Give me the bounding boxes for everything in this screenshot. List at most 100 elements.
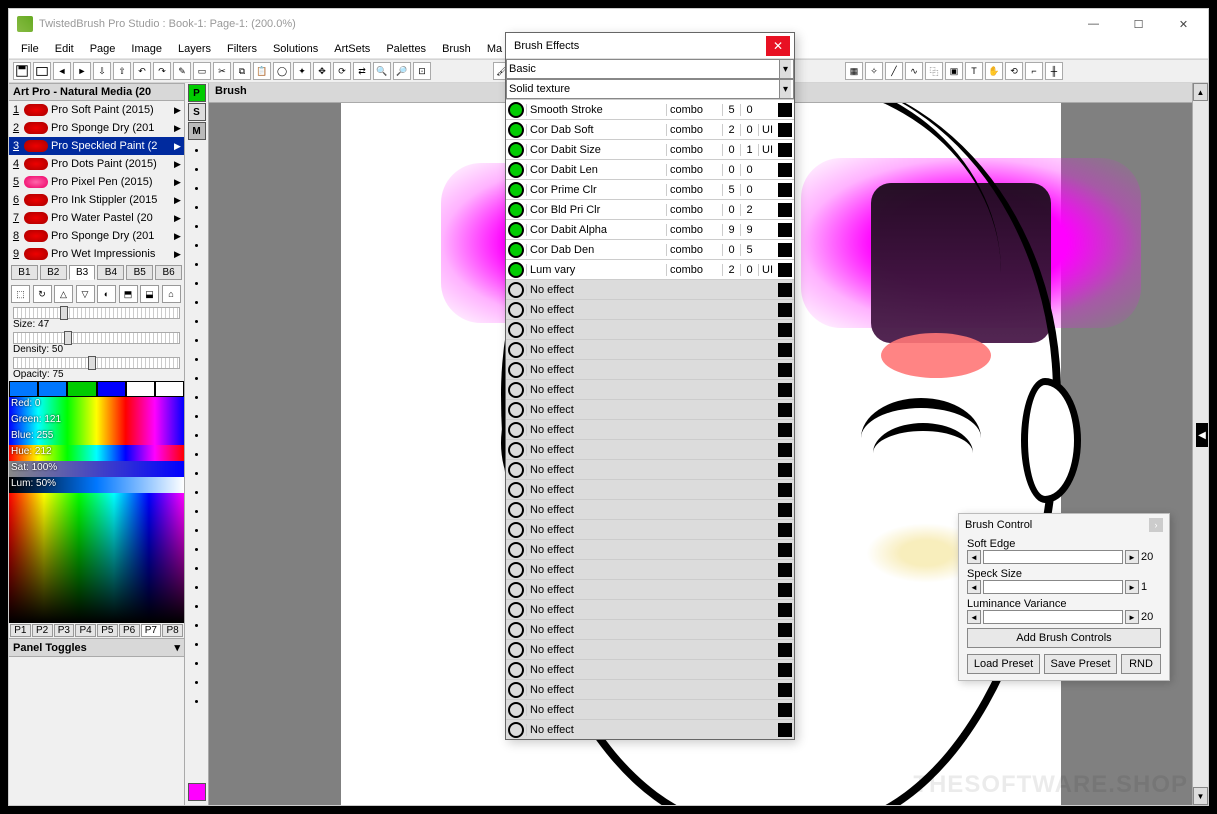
effect-row[interactable]: No effect [506,559,794,579]
effect-type[interactable]: combo [666,184,722,196]
brush-bank-tab[interactable]: B4 [97,265,124,280]
effect-value-2[interactable]: 5 [740,244,758,256]
effect-color-swatch[interactable] [778,563,792,577]
effect-value-1[interactable]: 5 [722,184,740,196]
page-next-icon[interactable]: ► [73,62,91,80]
strip-slot[interactable] [188,692,206,710]
undo-icon[interactable]: ↶ [133,62,151,80]
strip-slot[interactable] [188,654,206,672]
effect-row[interactable]: Cor Dabit Len combo 0 0 [506,159,794,179]
close-button[interactable]: ✕ [1161,10,1206,38]
add-brush-controls-button[interactable]: Add Brush Controls [967,628,1161,648]
effect-type[interactable]: combo [666,264,722,276]
effect-value-1[interactable]: 2 [722,264,740,276]
effect-row[interactable]: No effect [506,339,794,359]
slider-right-arrow-icon[interactable]: ► [1125,580,1139,594]
swatch-6[interactable] [155,381,184,397]
slider-right-arrow-icon[interactable]: ► [1125,550,1139,564]
load-preset-button[interactable]: Load Preset [967,654,1040,674]
effect-value-2[interactable]: 0 [740,184,758,196]
effect-value-2[interactable]: 2 [740,204,758,216]
fill-icon[interactable]: ▣ [945,62,963,80]
hsl-sliders[interactable]: Hue: 212 Sat: 100% Lum: 50% [9,445,184,493]
effect-row[interactable]: No effect [506,579,794,599]
effect-color-swatch[interactable] [778,523,792,537]
strip-p[interactable]: P [188,84,206,102]
dialog-titlebar[interactable]: Brush Effects ✕ [506,33,794,59]
strip-slot[interactable] [188,616,206,634]
brush-row[interactable]: 1 Pro Soft Paint (2015) ▶ [9,101,184,119]
menu-palettes[interactable]: Palettes [378,41,434,57]
palette-tab[interactable]: P3 [54,624,75,637]
import-icon[interactable]: ⇩ [93,62,111,80]
effect-color-swatch[interactable] [778,583,792,597]
zoom-fit-icon[interactable]: ⊡ [413,62,431,80]
menu-solutions[interactable]: Solutions [265,41,326,57]
effect-color-swatch[interactable] [778,443,792,457]
curve-icon[interactable]: ∿ [905,62,923,80]
effect-value-2[interactable]: 1 [740,144,758,156]
tc-6[interactable]: ⬒ [119,285,138,303]
brush-row[interactable]: 9 Pro Wet Impressionis ▶ [9,245,184,263]
strip-slot[interactable] [188,578,206,596]
swatch-1[interactable] [9,381,38,397]
effect-category-select[interactable]: Basic [506,59,794,79]
effect-color-swatch[interactable] [778,483,792,497]
export-icon[interactable]: ⇧ [113,62,131,80]
effect-row[interactable]: Smooth Stroke combo 5 0 [506,99,794,119]
brush-row[interactable]: 7 Pro Water Pastel (20 ▶ [9,209,184,227]
effect-color-swatch[interactable] [778,723,792,737]
brush-row[interactable]: 8 Pro Sponge Dry (201 ▶ [9,227,184,245]
scroll-down-icon[interactable]: ▼ [1193,787,1208,805]
effect-value-2[interactable]: 9 [740,224,758,236]
redo-icon[interactable]: ↷ [153,62,171,80]
effect-toggle-icon[interactable] [508,322,524,338]
effect-color-swatch[interactable] [778,703,792,717]
effect-type[interactable]: combo [666,164,722,176]
effect-row[interactable]: No effect [506,519,794,539]
palette-tab[interactable]: P6 [119,624,140,637]
effect-color-swatch[interactable] [778,103,792,117]
effect-color-swatch[interactable] [778,623,792,637]
effect-row[interactable]: No effect [506,459,794,479]
scroll-up-icon[interactable]: ▲ [1193,83,1208,101]
brush-bank-tab[interactable]: B2 [40,265,67,280]
swatch-2[interactable] [38,381,67,397]
effect-toggle-icon[interactable] [508,382,524,398]
effect-toggle-icon[interactable] [508,242,524,258]
effect-color-swatch[interactable] [778,243,792,257]
effect-toggle-icon[interactable] [508,282,524,298]
effect-row[interactable]: No effect [506,599,794,619]
slider-track[interactable] [983,550,1123,564]
brush-control-close-icon[interactable]: › [1149,518,1163,532]
slider-left-arrow-icon[interactable]: ◄ [967,610,981,624]
effect-row[interactable]: Lum vary combo 2 0 UI [506,259,794,279]
effect-value-2[interactable]: 0 [740,104,758,116]
tc-3[interactable]: △ [54,285,73,303]
effect-value-1[interactable]: 0 [722,244,740,256]
rgb-sliders[interactable]: Red: 0 Green: 121 Blue: 255 [9,397,184,445]
slider-right-arrow-icon[interactable]: ► [1125,610,1139,624]
effect-row[interactable]: No effect [506,659,794,679]
brush-row[interactable]: 2 Pro Sponge Dry (201 ▶ [9,119,184,137]
strip-slot[interactable] [188,464,206,482]
effect-color-swatch[interactable] [778,543,792,557]
brush-control-titlebar[interactable]: Brush Control › [959,514,1169,536]
effect-row[interactable]: No effect [506,699,794,719]
maximize-button[interactable]: ☐ [1116,10,1161,38]
effect-row[interactable]: No effect [506,439,794,459]
slider-left-arrow-icon[interactable]: ◄ [967,550,981,564]
wand-icon[interactable]: ✦ [293,62,311,80]
strip-slot[interactable] [188,331,206,349]
strip-slot[interactable] [188,255,206,273]
effect-row[interactable]: Cor Dabit Size combo 0 1 UI [506,139,794,159]
effect-toggle-icon[interactable] [508,702,524,718]
zoom-in-icon[interactable]: 🔍 [373,62,391,80]
open-icon[interactable] [33,62,51,80]
strip-current-color[interactable] [188,783,206,801]
tc-5[interactable]: ◐ [97,285,116,303]
effect-toggle-icon[interactable] [508,622,524,638]
slider-left-arrow-icon[interactable]: ◄ [967,580,981,594]
measure-icon[interactable]: ╫ [1045,62,1063,80]
slider-track[interactable] [983,610,1123,624]
